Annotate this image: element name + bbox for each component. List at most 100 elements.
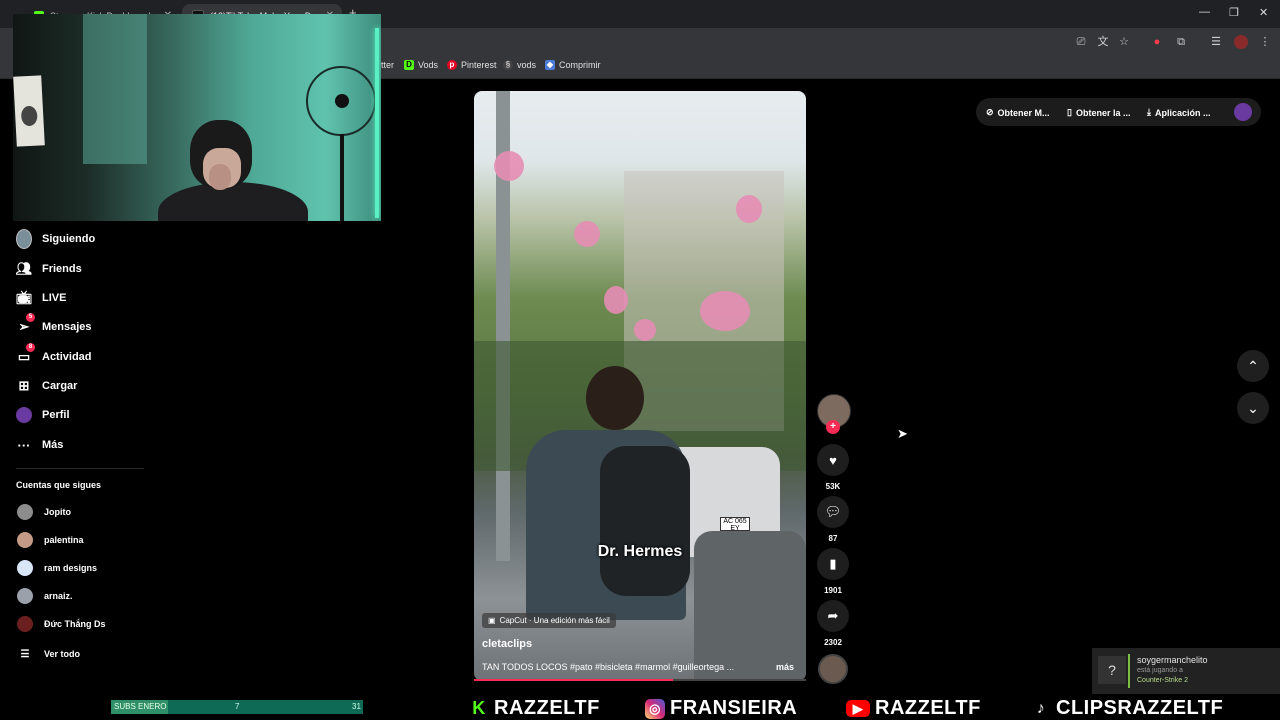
video-blossom (574, 221, 600, 247)
avatar (17, 532, 33, 548)
phone-icon: ▯ (1067, 107, 1072, 117)
sidebar-divider (16, 468, 144, 469)
video-blossom (494, 151, 524, 181)
unread-badge: 8 (26, 343, 35, 352)
window-close-icon[interactable]: ✕ (1259, 6, 1268, 19)
pinterest-icon: p (447, 60, 457, 70)
game-notification[interactable]: ? soygermanchelito está jugando a Counte… (1092, 648, 1280, 694)
minimize-icon[interactable]: — (1199, 6, 1210, 18)
music-disc-avatar[interactable] (818, 654, 848, 684)
social-kick: K RAZZELTF (469, 697, 600, 720)
avatar (17, 504, 33, 520)
bookmark-star-icon[interactable]: ☆ (1117, 35, 1131, 49)
avatar (17, 588, 33, 604)
kick-icon: K (472, 698, 486, 718)
sidebar-item-perfil[interactable]: Perfil (16, 407, 70, 423)
video-blossom (736, 195, 762, 223)
following-item[interactable]: arnaiz. (17, 588, 73, 604)
more-button[interactable]: más (776, 662, 794, 672)
bookmark-vods[interactable]: D Vods (404, 60, 438, 70)
see-all-link[interactable]: ☰ Ver todo (17, 646, 81, 662)
follow-plus-button[interactable]: + (826, 420, 840, 434)
bookmark-item[interactable]: tter (381, 60, 394, 70)
translate-icon[interactable]: 文 (1096, 35, 1110, 49)
avatar (17, 560, 33, 576)
comment-count: 87 (828, 534, 838, 543)
like-button[interactable]: ♥ (817, 444, 849, 476)
previous-video-button[interactable]: ⌃ (1237, 350, 1269, 382)
download-app-button[interactable]: ⤓ Aplicación ... (1147, 107, 1211, 118)
social-instagram: ◎ FRANSIEIRA (645, 697, 797, 720)
sidebar-item-mas[interactable]: ··· Más (16, 437, 64, 453)
save-button[interactable]: ▮ (817, 548, 849, 580)
sidebar-item-siguiendo[interactable]: Siguiendo (16, 229, 95, 249)
chevron-up-icon: ⌃ (1247, 357, 1259, 374)
media-icon[interactable]: ☰ (1209, 35, 1223, 49)
heart-icon: ♥ (829, 452, 837, 468)
subs-goal-target: 31 (352, 702, 361, 711)
notification-game: Counter-Strike 2 (1137, 677, 1188, 684)
user-avatar[interactable] (1234, 103, 1252, 121)
video-backpack (600, 446, 690, 596)
cam-streamer-hand (209, 164, 231, 190)
video-author[interactable]: cletaclips (482, 638, 532, 650)
cam-led-strip (375, 28, 379, 218)
extension-record-icon[interactable]: ● (1150, 35, 1164, 49)
following-item[interactable]: palentina (17, 532, 84, 548)
activity-icon: ▭ 8 (16, 343, 35, 365)
sidebar-item-mensajes[interactable]: ➢ 5 Mensajes (16, 313, 92, 335)
next-video-button[interactable]: ⌄ (1237, 392, 1269, 424)
bookmark-pinterest[interactable]: p Pinterest (447, 60, 497, 70)
bookmark-comprimir[interactable]: ◆ Comprimir (545, 60, 601, 70)
cam-door (83, 14, 147, 164)
profile-avatar-icon (16, 407, 32, 423)
following-item[interactable]: Đức Thắng Ds (17, 616, 106, 632)
coin-icon: ⊘ (986, 107, 994, 117)
unknown-game-icon: ? (1098, 656, 1126, 684)
extensions-icon[interactable]: ⧉ (1174, 35, 1188, 49)
webcam-overlay (13, 14, 381, 221)
get-app-button[interactable]: ▯ Obtener la ... (1067, 107, 1130, 118)
video-progress-fill (474, 679, 674, 681)
upload-plus-icon: ⊞ (18, 378, 30, 393)
bookmark-vods-2[interactable]: § vods (503, 60, 536, 70)
social-youtube: ▶ RAZZELTF (846, 697, 981, 720)
restore-icon[interactable]: ❐ (1229, 6, 1239, 19)
following-item[interactable]: Jopito (17, 504, 71, 520)
unread-badge: 5 (26, 313, 35, 322)
cam-streamer-body (158, 182, 308, 221)
cam-fan-pole (340, 134, 344, 221)
video-blossom (634, 319, 656, 341)
subs-goal-current: 7 (235, 702, 240, 711)
kick-bookmark-icon: D (404, 60, 414, 70)
video-license-plate: AC 065 EY (720, 517, 750, 532)
sidebar-item-friends[interactable]: 👥︎ Friends (16, 261, 82, 277)
cast-icon[interactable]: ⎚ (1074, 35, 1088, 49)
following-item[interactable]: ram designs (17, 560, 97, 576)
like-count: 53K (825, 482, 841, 491)
sidebar-item-live[interactable]: 📺︎ LIVE (15, 290, 67, 306)
sidebar-item-actividad[interactable]: ▭ 8 Actividad (16, 343, 92, 365)
menu-kebab-icon[interactable]: ⋮ (1258, 35, 1272, 49)
comment-button[interactable]: 💬︎ (817, 496, 849, 528)
friends-icon: 👥︎ (15, 261, 33, 276)
notification-action: está jugando a (1137, 667, 1183, 674)
notification-user: soygermanchelito (1137, 655, 1208, 665)
video-blossom (604, 286, 628, 314)
profile-icon[interactable] (1234, 35, 1248, 49)
live-tv-icon: 📺︎ (15, 290, 33, 305)
video-person-head (586, 366, 644, 430)
video-blossom (700, 291, 750, 331)
share-count: 2302 (824, 638, 842, 647)
youtube-icon: ▶ (846, 700, 870, 717)
mouse-cursor-icon: ➤ (897, 426, 908, 441)
subs-goal-label: SUBS ENERO (114, 702, 167, 711)
get-coins-button[interactable]: ⊘ Obtener M... (986, 107, 1050, 118)
capcut-icon: ▣ (488, 616, 496, 625)
instagram-icon: ◎ (645, 698, 665, 719)
bookmark-globe-icon: § (503, 60, 513, 70)
capcut-badge[interactable]: ▣ CapCut · Una edición más fácil (482, 613, 616, 628)
share-button[interactable]: ➦ (817, 600, 849, 632)
following-title: Cuentas que sigues (16, 480, 102, 490)
sidebar-item-cargar[interactable]: ⊞ Cargar (16, 378, 78, 394)
